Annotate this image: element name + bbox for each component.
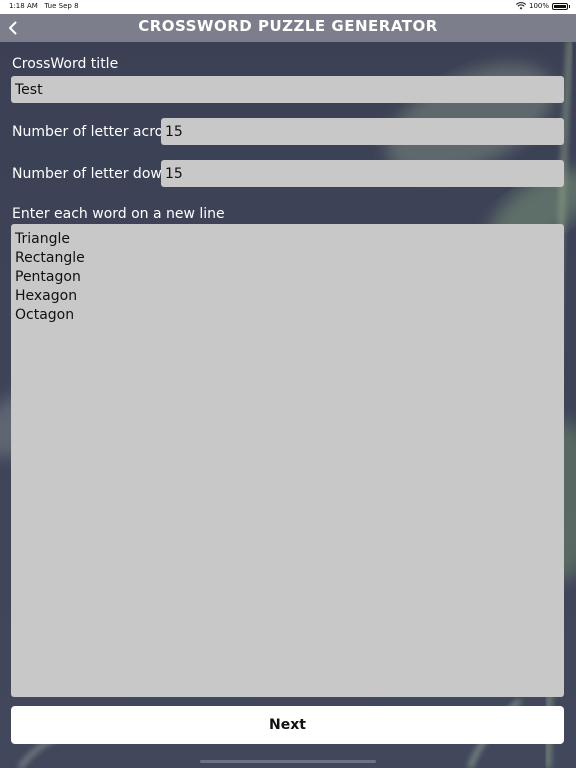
word-line: Rectangle [15,250,85,266]
word-line: Triangle [15,231,70,247]
nav-bar: CROSSWORD PUZZLE GENERATOR [0,14,576,42]
page-title: CROSSWORD PUZZLE GENERATOR [138,17,438,35]
word-line: Octagon [15,307,75,323]
across-label: Number of letter across [12,124,178,140]
words-textarea[interactable]: Triangle Rectangle Pentagon Hexagon Octa… [11,224,564,697]
next-button[interactable]: Next [11,706,564,744]
down-input[interactable]: 15 [161,160,564,187]
across-input[interactable]: 15 [161,118,564,145]
battery-icon [552,2,570,10]
word-line: Hexagon [15,288,78,304]
battery-percent: 100% [528,2,549,10]
words-label: Enter each word on a new line [12,206,225,222]
status-time: 1:18 AM [9,2,38,10]
home-indicator [200,760,376,763]
status-date: Tue Sep 8 [44,2,79,10]
word-line: Pentagon [15,269,81,285]
status-time-date: 1:18 AM Tue Sep 8 [9,2,79,10]
crossword-form: CrossWord title Test Number of letter ac… [0,0,576,768]
status-bar: 1:18 AM Tue Sep 8 100% [0,0,576,14]
status-right: 100% [515,2,570,10]
title-input[interactable]: Test [11,76,564,103]
down-label: Number of letter down [12,166,171,182]
title-label: CrossWord title [12,56,119,72]
wifi-icon [515,2,526,10]
battery-level [554,4,566,8]
